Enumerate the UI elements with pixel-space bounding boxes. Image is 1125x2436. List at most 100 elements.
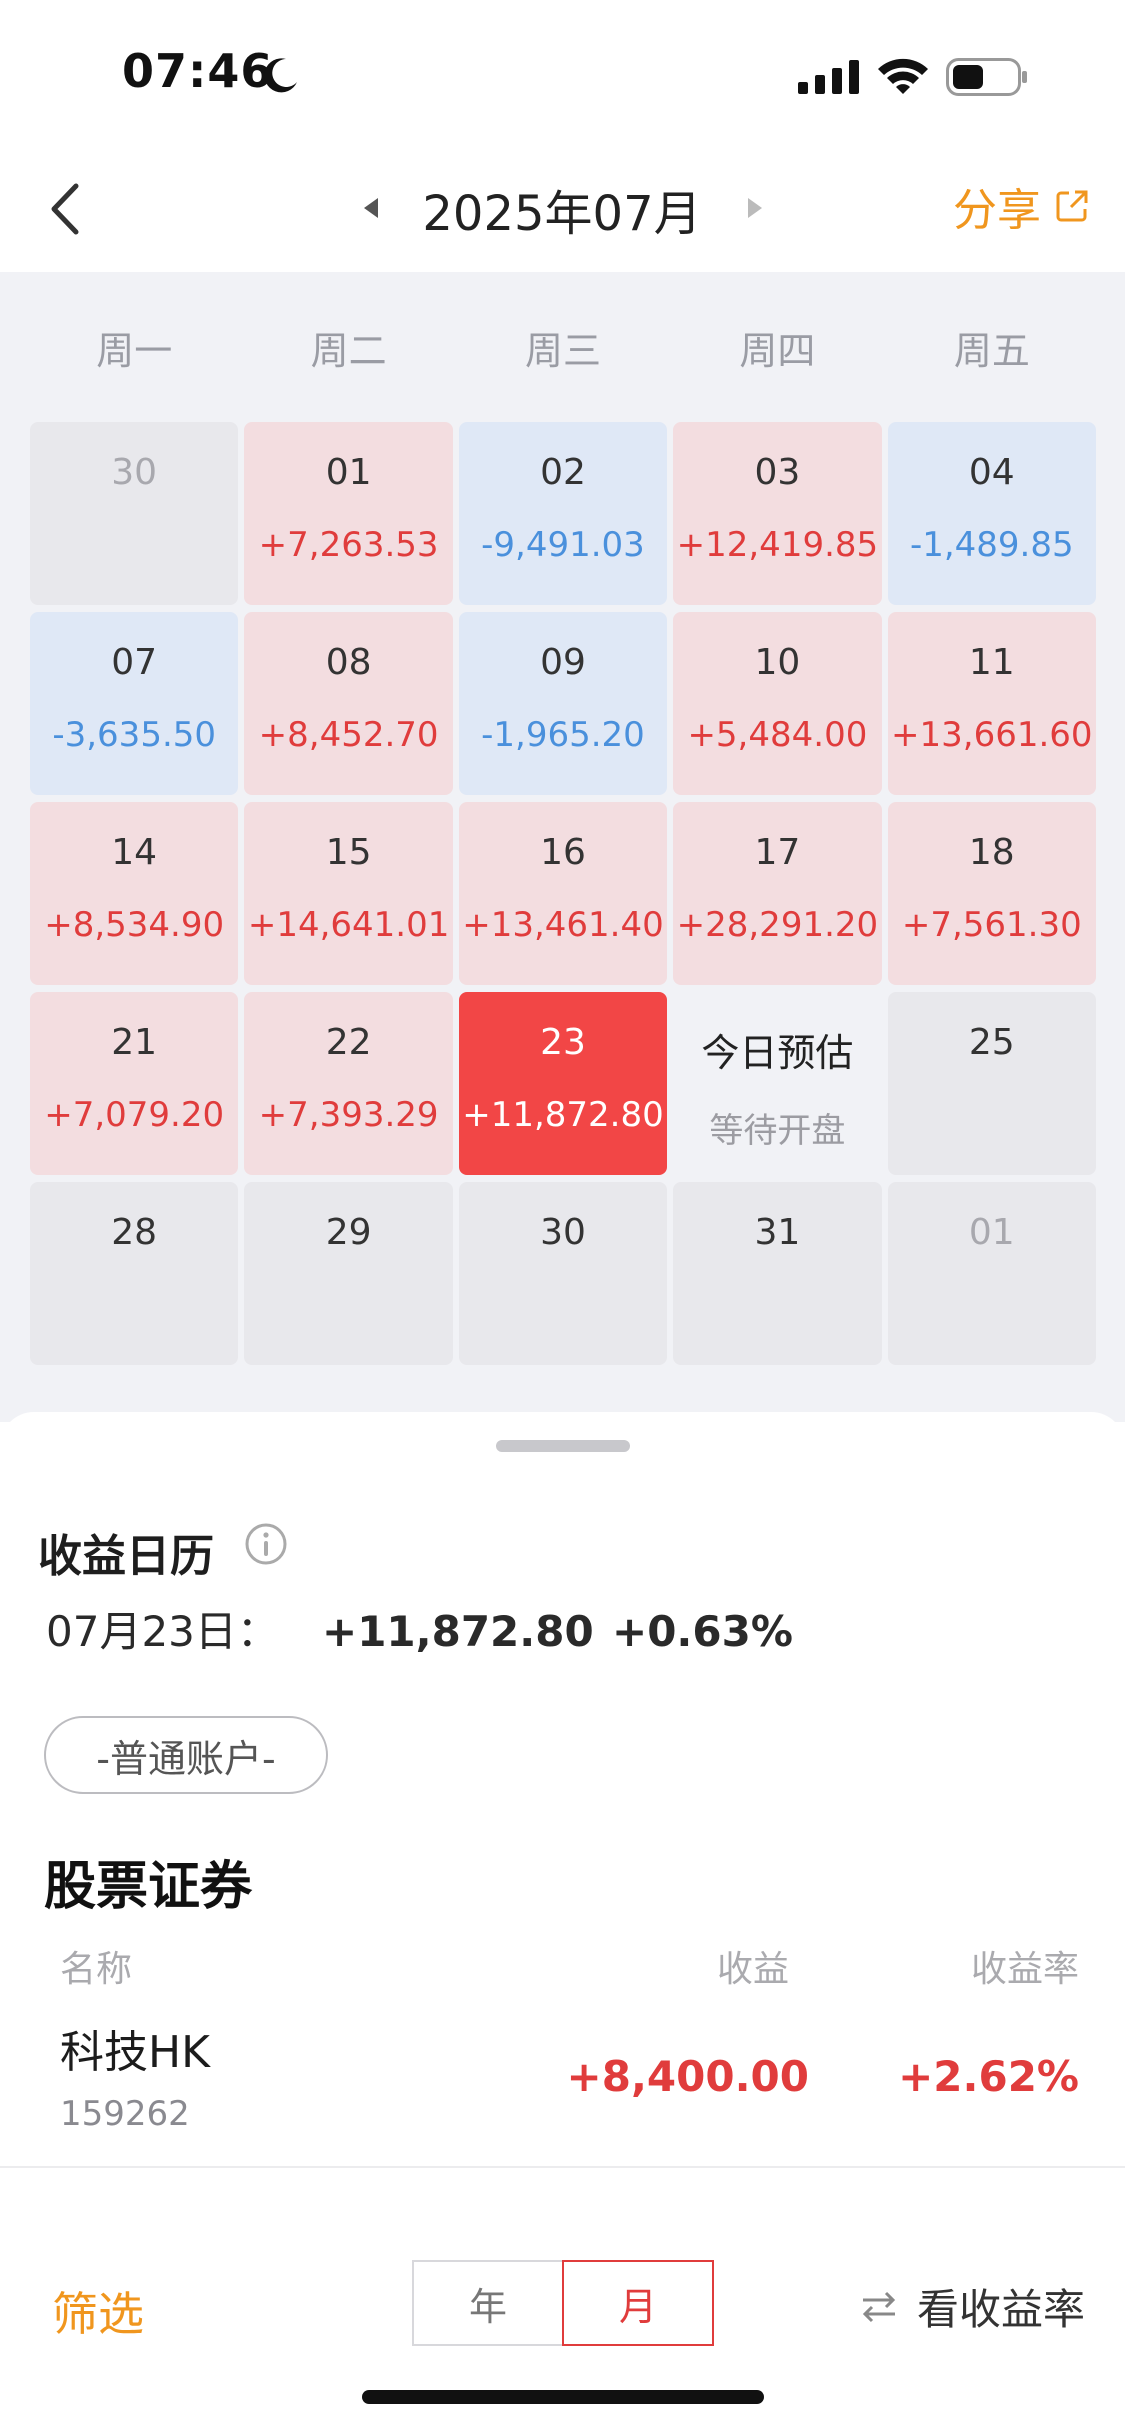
profit-calendar-title: 收益日历 xyxy=(38,1531,214,1582)
calendar-day-cell[interactable]: 01 +7,263.53 xyxy=(244,422,453,605)
next-month-icon[interactable] xyxy=(740,190,770,226)
calendar-grid: 30 01 +7,263.53 02 -9,491.03 03 +12,419.85 04 -1… xyxy=(30,422,1096,1365)
day-number: 11 xyxy=(968,642,1015,683)
day-number: 10 xyxy=(754,642,801,683)
calendar-day-cell[interactable]: 07 -3,635.50 xyxy=(30,612,239,795)
filter-button[interactable]: 筛选 xyxy=(52,2278,144,2344)
weekday-header: 周一 周二 周三 周四 周五 xyxy=(30,320,1096,380)
day-number: 23 xyxy=(540,1022,586,1063)
calendar-day-cell[interactable]: 03 +12,419.85 xyxy=(673,422,882,605)
summary-percent: +0.63% xyxy=(612,1607,793,1656)
day-number: 01 xyxy=(968,1212,1015,1253)
day-profit: -3,635.50 xyxy=(52,715,217,755)
calendar-day-cell[interactable]: 02 -9,491.03 xyxy=(458,422,668,605)
day-number: 04 xyxy=(968,452,1015,493)
day-number: 16 xyxy=(540,832,586,873)
day-number: 31 xyxy=(754,1212,801,1253)
day-number: 17 xyxy=(754,832,801,873)
calendar-day-cell[interactable]: 09 -1,965.20 xyxy=(458,612,668,795)
day-profit: +14,641.01 xyxy=(247,905,450,945)
home-indicator xyxy=(362,2390,764,2404)
weekday-fri: 周五 xyxy=(953,329,1030,373)
stocks-section-title: 股票证券 xyxy=(44,1857,253,1917)
calendar-day-cell[interactable]: 18 +7,561.30 xyxy=(887,802,1096,985)
weekday-thu: 周四 xyxy=(739,329,816,373)
day-profit: +12,419.85 xyxy=(676,525,879,565)
day-number: 01 xyxy=(325,452,372,493)
share-button[interactable]: 分享 xyxy=(953,176,1089,236)
summary-amount: +11,872.80 xyxy=(322,1607,594,1656)
calendar-day-cell[interactable]: 30 xyxy=(30,422,239,605)
info-icon[interactable] xyxy=(244,1522,288,1566)
weekday-mon: 周一 xyxy=(96,329,173,373)
calendar-day-cell[interactable]: 29 xyxy=(244,1182,453,1365)
header-profit: 收益 xyxy=(716,1949,789,1990)
day-profit: -9,491.03 xyxy=(481,525,645,565)
account-selector[interactable]: -普通账户- xyxy=(44,1716,328,1794)
day-number: 29 xyxy=(325,1212,372,1253)
calendar-day-cell[interactable]: 10 +5,484.00 xyxy=(673,612,882,795)
day-profit: +11,872.80 xyxy=(462,1095,664,1135)
day-number: 14 xyxy=(111,832,158,873)
calendar-day-cell[interactable]: 22 +7,393.29 xyxy=(244,992,453,1175)
day-profit: +5,484.00 xyxy=(687,715,868,755)
status-bar: 07:46 xyxy=(0,0,1125,150)
day-number: 30 xyxy=(540,1212,586,1253)
day-number: 08 xyxy=(325,642,372,683)
calendar-day-cell[interactable]: 04 -1,489.85 xyxy=(887,422,1096,605)
sheet-grabber[interactable] xyxy=(496,1440,630,1452)
calendar-day-cell[interactable]: 17 +28,291.20 xyxy=(673,802,882,985)
day-profit: +7,079.20 xyxy=(44,1095,225,1135)
share-icon xyxy=(1056,190,1088,222)
day-profit: -1,489.85 xyxy=(909,525,1074,565)
swap-icon xyxy=(862,2291,896,2322)
day-number: 30 xyxy=(111,452,158,493)
nav-bar: 2025年07月 分享 xyxy=(0,150,1125,272)
day-number: 21 xyxy=(111,1022,158,1063)
calendar-day-cell[interactable]: 15 +14,641.01 xyxy=(244,802,453,985)
day-number: 28 xyxy=(111,1212,158,1253)
calendar-day-cell[interactable]: 25 xyxy=(887,992,1096,1175)
year-tab[interactable]: 年 xyxy=(414,2262,562,2344)
back-arrow-icon[interactable] xyxy=(40,174,100,244)
header-name: 名称 xyxy=(60,1949,133,1990)
day-number: 09 xyxy=(540,642,586,683)
day-number: 25 xyxy=(968,1022,1015,1063)
calendar-day-cell[interactable]: 23 +11,872.80 xyxy=(458,992,668,1175)
weekday-tue: 周二 xyxy=(310,329,387,373)
bottom-toolbar: 筛选 年 月 看收益率 xyxy=(0,2166,1125,2436)
calendar-day-cell[interactable]: 01 xyxy=(887,1182,1096,1365)
day-number: 03 xyxy=(754,452,801,493)
stock-rate: +2.62% xyxy=(898,2052,1079,2101)
calendar-day-cell[interactable]: 08 +8,452.70 xyxy=(244,612,453,795)
calendar: 周一 周二 周三 周四 周五 30 01 +7,263.53 02 -9,491.03 0… xyxy=(0,272,1125,1422)
day-profit: +13,661.60 xyxy=(891,715,1093,755)
calendar-day-cell[interactable]: 11 +13,661.60 xyxy=(887,612,1096,795)
day-number: 18 xyxy=(968,832,1015,873)
battery-icon xyxy=(946,58,1027,96)
day-profit: -1,965.20 xyxy=(481,715,645,755)
calendar-day-cell[interactable]: 31 xyxy=(673,1182,882,1365)
day-number: 今日预估 xyxy=(701,1031,854,1075)
calendar-day-cell[interactable]: 30 xyxy=(458,1182,668,1365)
share-label: 分享 xyxy=(953,185,1041,236)
weekday-wed: 周三 xyxy=(525,329,602,373)
calendar-day-cell[interactable]: 16 +13,461.40 xyxy=(458,802,668,985)
table-header: 名称 收益 收益率 xyxy=(0,1940,1125,2000)
cellular-signal-icon xyxy=(798,60,859,94)
day-number: 02 xyxy=(540,452,586,493)
calendar-day-cell[interactable]: 14 +8,534.90 xyxy=(30,802,239,985)
detail-sheet: 收益日历 07月23日： +11,872.80 +0.63% -普通账户- 股票… xyxy=(0,1412,1125,2172)
moon-icon xyxy=(264,58,297,93)
table-row[interactable]: 科技HK 159262 +8,400.00 +2.62% xyxy=(0,2016,1125,2156)
month-tab[interactable]: 月 xyxy=(562,2260,714,2346)
view-rate-button[interactable]: 看收益率 xyxy=(859,2276,1085,2337)
day-profit: +7,561.30 xyxy=(901,905,1082,945)
calendar-day-cell[interactable]: 21 +7,079.20 xyxy=(30,992,239,1175)
calendar-day-cell[interactable]: 28 xyxy=(30,1182,239,1365)
stock-profit: +8,400.00 xyxy=(566,2052,809,2101)
day-profit: 等待开盘 xyxy=(709,1111,846,1151)
view-rate-label: 看收益率 xyxy=(916,2285,1085,2334)
calendar-day-cell[interactable]: 今日预估 等待开盘 xyxy=(673,992,881,1175)
summary-date: 07月23日： xyxy=(46,1607,279,1656)
